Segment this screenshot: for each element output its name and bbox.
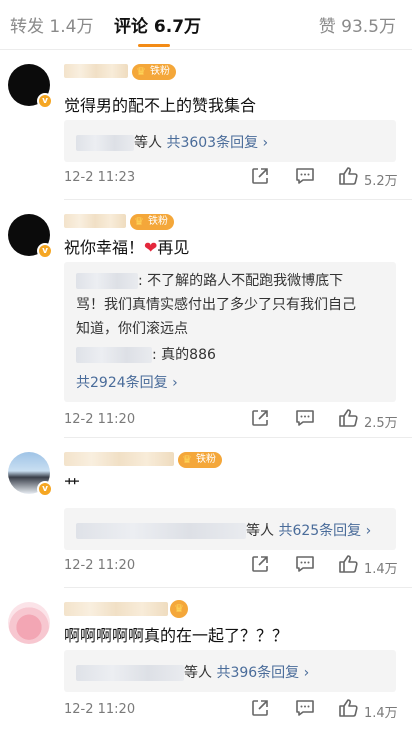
comment-meta: 12-2 11:20 1.4万: [64, 698, 412, 722]
comment-icon[interactable]: [294, 698, 316, 722]
comment-item: v ♛ 铁粉 艹 等人 共625条回复 › 12-2 11:20 1.4万: [0, 438, 412, 588]
comment-item: ♛ 啊啊啊啊啊真的在一起了？？？ 等人 共396条回复 › 12-2 11:20…: [0, 588, 412, 733]
comment-icon[interactable]: [294, 166, 316, 190]
reply-summary-box[interactable]: 等人 共396条回复 ›: [64, 650, 396, 692]
reply-count-link[interactable]: 共2924条回复 ›: [76, 375, 178, 391]
avatar[interactable]: [8, 602, 50, 644]
comment-time: 12-2 11:20: [64, 558, 136, 573]
verified-icon: v: [37, 243, 53, 259]
replier-name-blurred: [76, 347, 152, 363]
share-icon[interactable]: [250, 698, 270, 722]
reply-summary-box[interactable]: 等人 共625条回复 ›: [64, 508, 396, 550]
reply-line: : 不了解的路人不配跑我微博底下: [138, 273, 344, 289]
reply-people-label: 等人: [246, 523, 274, 539]
reply-line: 骂！我们真情实感付出了多少了只有我们自己: [76, 297, 356, 313]
comment-text: 艹: [64, 476, 81, 495]
comment-time: 12-2 11:23: [64, 170, 136, 185]
like-count: 1.4万: [364, 562, 398, 577]
username-blurred[interactable]: [64, 64, 128, 78]
replier-name-blurred: [76, 273, 138, 289]
fan-badge-label: 铁粉: [196, 454, 216, 465]
crown-icon: ♛: [136, 65, 146, 78]
comment-time: 12-2 11:20: [64, 412, 136, 427]
comment-text: 啊啊啊啊啊真的在一起了？？？: [64, 626, 289, 645]
avatar[interactable]: v: [8, 64, 53, 109]
reply-line: : 真的886: [152, 347, 216, 363]
crown-icon: ♛: [182, 453, 192, 466]
comment-text-main: 祝你幸福！: [64, 238, 145, 257]
fan-badge: ♛ 铁粉: [132, 64, 176, 80]
reply-count-link[interactable]: 共3603条回复 ›: [166, 135, 268, 151]
comment-icon[interactable]: [294, 554, 316, 578]
share-icon[interactable]: [250, 554, 270, 578]
comment-icon[interactable]: [294, 408, 316, 432]
active-tab-indicator: [138, 44, 170, 47]
crown-icon: ♛: [170, 600, 188, 618]
username-blurred[interactable]: [64, 602, 168, 616]
tab-bar: 转发 1.4万 评论 6.7万 赞 93.5万: [0, 0, 412, 50]
tab-comments[interactable]: 评论 6.7万: [114, 12, 201, 37]
comment-item: v ♛ 铁粉 觉得男的配不上的赞我集合 等人 共3603条回复 › 12-2 1…: [0, 50, 412, 200]
reply-preview-box[interactable]: : 不了解的路人不配跑我微博底下 骂！我们真情实感付出了多少了只有我们自己 知道…: [64, 262, 396, 402]
comment-meta: 12-2 11:23 5.2万: [64, 166, 412, 190]
like-icon[interactable]: [338, 698, 360, 722]
reply-line: 知道，你们滚远点: [76, 321, 188, 337]
like-icon[interactable]: [338, 408, 360, 432]
avatar-image: [8, 602, 50, 644]
replier-name-blurred: [76, 135, 134, 151]
avatar[interactable]: v: [8, 214, 53, 259]
heart-icon: ❤: [144, 238, 158, 257]
comment-item: v ♛ 铁粉 祝你幸福！❤再见 : 不了解的路人不配跑我微博底下 骂！我们真情实…: [0, 200, 412, 438]
replier-name-blurred: [76, 665, 184, 681]
reply-summary-box[interactable]: 等人 共3603条回复 ›: [64, 120, 396, 162]
crown-icon: ♛: [134, 215, 144, 228]
like-icon[interactable]: [338, 166, 360, 190]
username-blurred[interactable]: [64, 214, 126, 228]
fan-badge-label: 铁粉: [148, 216, 168, 227]
fan-badge-label: 铁粉: [150, 66, 170, 77]
verified-icon: v: [37, 481, 53, 497]
reply-people-label: 等人: [134, 135, 162, 151]
reply-count-link[interactable]: 共396条回复 ›: [216, 665, 309, 681]
username-blurred[interactable]: [64, 452, 174, 466]
share-icon[interactable]: [250, 166, 270, 190]
replier-name-blurred: [76, 523, 246, 539]
weibo-comment-screen: 转发 1.4万 评论 6.7万 赞 93.5万 v ♛ 铁粉 觉得男的配不上的赞…: [0, 0, 412, 733]
like-count: 5.2万: [364, 174, 398, 189]
comment-text: 祝你幸福！❤再见: [64, 234, 189, 258]
like-count: 2.5万: [364, 416, 398, 431]
comment-text-tail: 再见: [157, 238, 190, 257]
tab-likes[interactable]: 赞 93.5万: [319, 12, 396, 37]
comment-text: 觉得男的配不上的赞我集合: [64, 96, 257, 115]
share-icon[interactable]: [250, 408, 270, 432]
verified-icon: v: [37, 93, 53, 109]
reply-count-link[interactable]: 共625条回复 ›: [278, 523, 371, 539]
like-icon[interactable]: [338, 554, 360, 578]
avatar[interactable]: v: [8, 452, 53, 497]
comment-meta: 12-2 11:20 2.5万: [64, 408, 412, 432]
tab-repost[interactable]: 转发 1.4万: [10, 12, 93, 37]
reply-people-label: 等人: [184, 665, 212, 681]
comment-time: 12-2 11:20: [64, 702, 136, 717]
fan-badge: ♛ 铁粉: [130, 214, 174, 230]
comment-meta: 12-2 11:20 1.4万: [64, 554, 412, 578]
fan-badge: ♛ 铁粉: [178, 452, 222, 468]
like-count: 1.4万: [364, 706, 398, 721]
